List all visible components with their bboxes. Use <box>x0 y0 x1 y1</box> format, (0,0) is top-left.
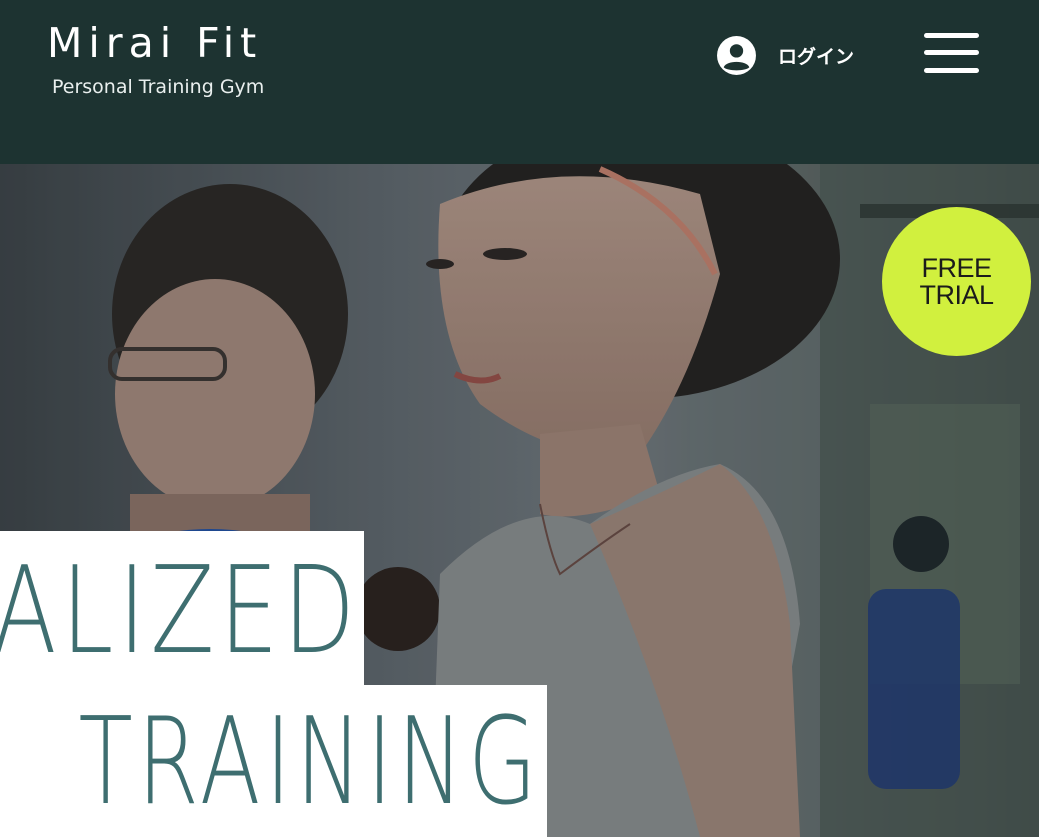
hamburger-menu-icon[interactable] <box>924 31 979 77</box>
headline-box-1: ALIZED <box>0 531 364 686</box>
free-trial-label: FREE TRIAL <box>919 252 994 310</box>
headline-box-2: TRAINING <box>0 685 547 837</box>
brand-tagline: Personal Training Gym <box>52 76 265 98</box>
brand-name[interactable]: Mirai Fit <box>47 19 262 67</box>
free-trial-line-2: TRIAL <box>919 279 994 310</box>
free-trial-line-1: FREE <box>921 252 992 283</box>
login-label: ログイン <box>778 45 855 68</box>
site-header: Mirai Fit Personal Training Gym ログイン <box>0 0 1039 164</box>
user-circle-icon <box>717 35 756 75</box>
headline-line-1: ALIZED <box>0 542 360 681</box>
login-button[interactable]: ログイン <box>716 34 854 76</box>
headline-line-2: TRAINING <box>78 693 541 832</box>
free-trial-badge-button[interactable]: FREE TRIAL <box>882 207 1031 356</box>
